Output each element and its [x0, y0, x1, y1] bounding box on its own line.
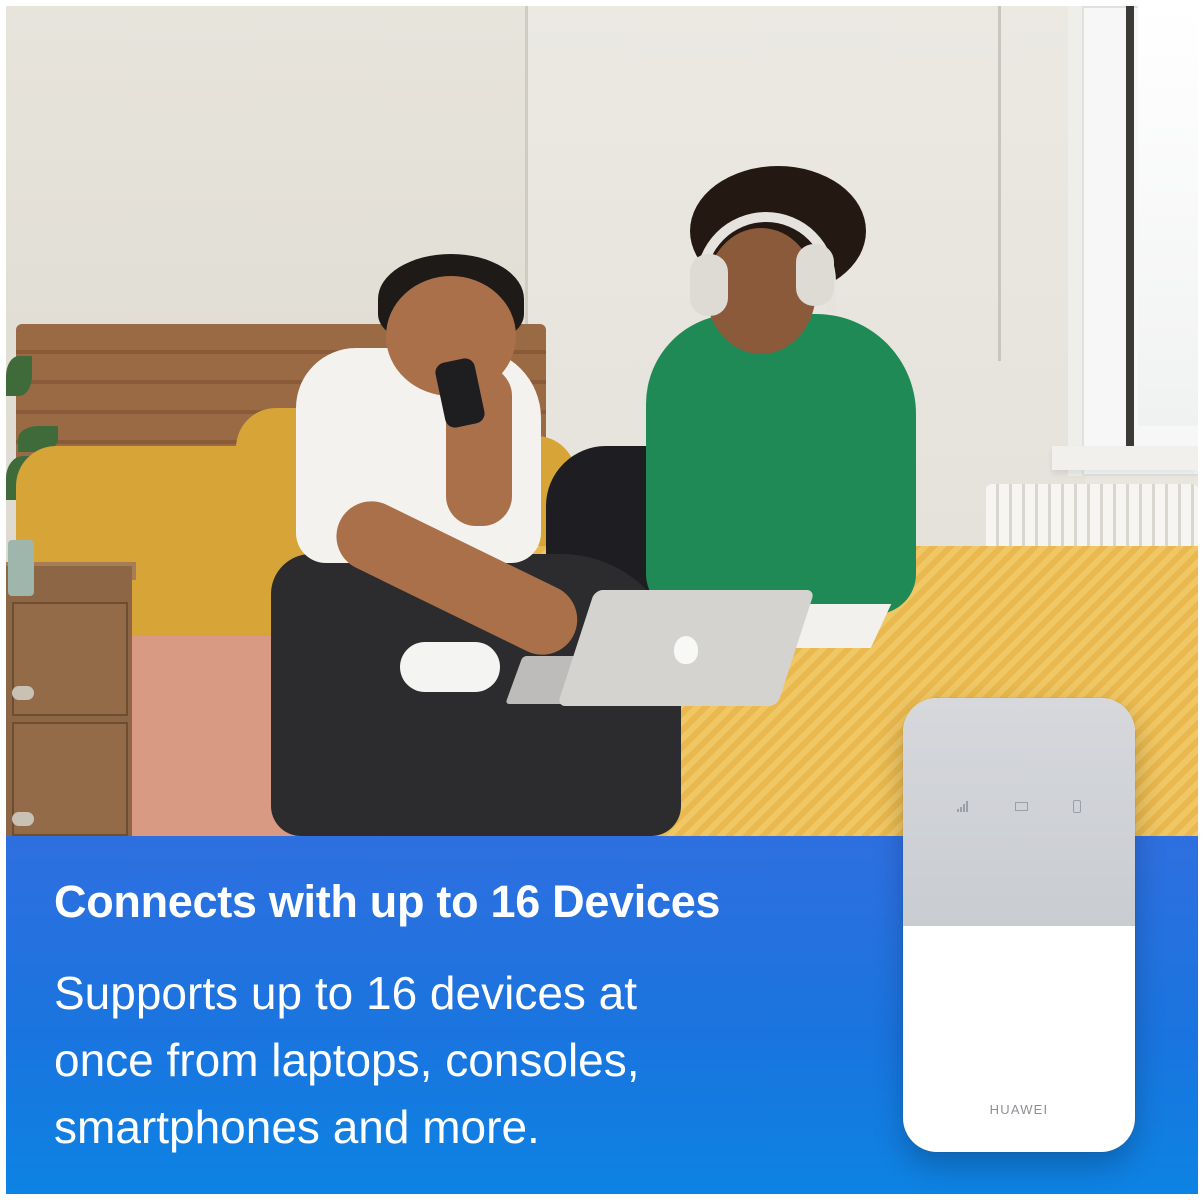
product-image: Connects with up to 16 Devices Supports … [6, 6, 1198, 1194]
description-line: Supports up to 16 devices at [54, 967, 638, 1019]
description-line: smartphones and more. [54, 1101, 540, 1153]
apple-logo-icon [674, 636, 698, 664]
router-indicators [957, 796, 1081, 816]
mail-icon [1014, 801, 1028, 811]
cup [8, 540, 34, 596]
description-line: once from laptops, consoles, [54, 1034, 640, 1086]
description: Supports up to 16 devices at once from l… [54, 960, 814, 1161]
headline: Connects with up to 16 Devices [54, 876, 721, 927]
signal-icon [957, 800, 969, 812]
mobile-wifi-router: HUAWEI [903, 698, 1135, 1152]
woman [646, 314, 916, 614]
plant [6, 356, 32, 396]
battery-icon [1073, 799, 1081, 813]
brand-logo: HUAWEI [989, 1102, 1049, 1117]
